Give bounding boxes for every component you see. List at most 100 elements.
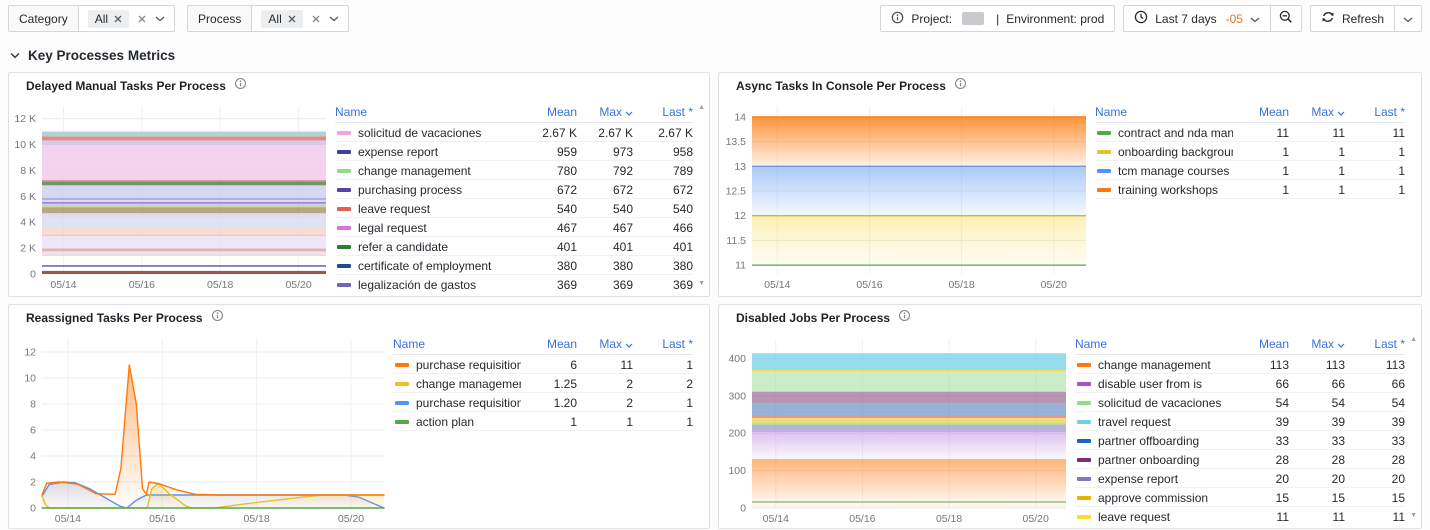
legend-col-name[interactable]: Name	[1075, 337, 1233, 351]
legend-col-max[interactable]: Max	[1289, 337, 1345, 351]
chip-remove-icon[interactable]	[288, 15, 296, 23]
time-series-chart[interactable]: 11 11.5 12 12.5 13 13.5 14 05/14 05/16 05/18 05/20	[719, 99, 1091, 296]
series-color-swatch	[1097, 130, 1111, 135]
series-color-swatch	[337, 225, 351, 230]
filter-category: Category All	[8, 5, 176, 32]
chevron-down-icon	[1250, 12, 1260, 26]
filter-category-label: Category	[9, 6, 79, 31]
legend-row[interactable]: training workshops 1 1 1	[1095, 180, 1405, 199]
legend-row[interactable]: leave request 540 540 540	[335, 199, 693, 218]
project-label: Project:	[911, 11, 953, 26]
legend-row[interactable]: contract and nda management 11 11 11	[1095, 123, 1405, 142]
chip-remove-icon[interactable]	[114, 15, 122, 23]
scroll-down-icon[interactable]: ▼	[1410, 512, 1417, 519]
svg-text:12: 12	[24, 347, 36, 359]
series-color-swatch	[337, 187, 351, 192]
legend-col-last[interactable]: Last *	[633, 337, 693, 351]
filter-clear-icon[interactable]	[312, 15, 320, 23]
legend-row[interactable]: leave request 11 11 11	[1075, 507, 1405, 525]
filter-process-chip[interactable]: All	[261, 9, 303, 28]
series-color-swatch	[1077, 419, 1091, 424]
divider: |	[996, 11, 1000, 26]
svg-text:05/18: 05/18	[948, 279, 974, 291]
legend-col-name[interactable]: Name	[1095, 105, 1233, 119]
legend-col-mean[interactable]: Mean	[521, 105, 577, 119]
time-range-picker[interactable]: Last 7 days -05	[1123, 5, 1270, 32]
legend-col-mean[interactable]: Mean	[521, 337, 577, 351]
scroll-up-icon[interactable]: ▲	[698, 104, 705, 111]
sync-arrows-icon	[1321, 10, 1335, 27]
refresh-button[interactable]: Refresh	[1309, 5, 1394, 32]
legend-col-max[interactable]: Max	[577, 105, 633, 119]
panel-title[interactable]: Reassigned Tasks Per Process	[26, 311, 203, 325]
legend-col-max[interactable]: Max	[1289, 105, 1345, 119]
legend-row[interactable]: onboarding background checks 1 1 1	[1095, 142, 1405, 161]
panel-title[interactable]: Async Tasks In Console Per Process	[736, 79, 946, 93]
legend-row[interactable]: legal request 467 467 466	[335, 218, 693, 237]
svg-text:05/20: 05/20	[338, 513, 364, 525]
time-series-chart[interactable]: 0 2 4 6 8 10 12 05/14 05/16 05/18 05/20	[9, 331, 389, 528]
svg-text:05/16: 05/16	[856, 279, 882, 291]
chevron-down-icon[interactable]	[155, 15, 165, 22]
info-circle-icon[interactable]	[898, 309, 911, 327]
svg-text:05/16: 05/16	[149, 513, 175, 525]
svg-text:8: 8	[30, 399, 36, 411]
legend-row[interactable]: change management 113 113 113	[1075, 355, 1405, 374]
svg-text:12 K: 12 K	[14, 113, 36, 125]
svg-text:8 K: 8 K	[20, 165, 36, 177]
info-circle-icon[interactable]	[211, 309, 224, 327]
legend-row[interactable]: travel request 39 39 39	[1075, 412, 1405, 431]
legend-row[interactable]: change management 1.25 2 2	[393, 374, 693, 393]
panel-delayed-manual-tasks: Delayed Manual Tasks Per Process 0 2 K 4 K…	[8, 72, 710, 297]
time-series-chart[interactable]: 0 100 200 300 400 05/14 05/16 05/18 05/20	[719, 331, 1071, 528]
scroll-down-icon[interactable]: ▼	[698, 280, 705, 287]
legend-row[interactable]: solicitud de vacaciones 2.67 K 2.67 K 2.…	[335, 123, 693, 142]
legend-row[interactable]: tcm manage courses 1 1 1	[1095, 161, 1405, 180]
scroll-up-icon[interactable]: ▲	[1410, 336, 1417, 343]
filter-category-chip[interactable]: All	[87, 9, 130, 28]
zoom-out-button[interactable]	[1269, 5, 1302, 32]
legend-col-last[interactable]: Last *	[1345, 337, 1405, 351]
legend-col-name[interactable]: Name	[393, 337, 521, 351]
legend-row[interactable]: refer a candidate 401 401 401	[335, 237, 693, 256]
panel-title[interactable]: Delayed Manual Tasks Per Process	[26, 79, 226, 93]
row-toggle[interactable]: Key Processes Metrics	[10, 46, 1430, 64]
legend-row[interactable]: expense report 20 20 20	[1075, 469, 1405, 488]
series-color-swatch	[337, 206, 351, 211]
legend-row[interactable]: partner onboarding 28 28 28	[1075, 450, 1405, 469]
info-circle-icon	[891, 11, 904, 27]
info-circle-icon[interactable]	[954, 77, 967, 95]
chevron-down-icon[interactable]	[329, 15, 339, 22]
svg-text:11: 11	[735, 260, 746, 272]
legend-row[interactable]: solicitud de vacaciones 54 54 54	[1075, 393, 1405, 412]
legend-row[interactable]: change management 780 792 789	[335, 161, 693, 180]
legend-col-mean[interactable]: Mean	[1233, 105, 1289, 119]
legend-row[interactable]: purchasing process 672 672 672	[335, 180, 693, 199]
legend-row[interactable]: expense report 959 973 958	[335, 142, 693, 161]
refresh-interval-dropdown[interactable]	[1394, 5, 1422, 32]
time-series-chart[interactable]: 0 2 K 4 K 6 K 8 K 10 K 12 K 05/14 05/16 05/18 05/2…	[9, 99, 331, 296]
svg-text:13.5: 13.5	[726, 136, 747, 148]
svg-text:05/20: 05/20	[1041, 279, 1067, 291]
row-title: Key Processes Metrics	[28, 47, 176, 63]
filter-clear-icon[interactable]	[138, 15, 146, 23]
legend-col-mean[interactable]: Mean	[1233, 337, 1289, 351]
legend-row[interactable]: partner offboarding 33 33 33	[1075, 431, 1405, 450]
legend-row[interactable]: legalización de gastos 369 369 369	[335, 275, 693, 293]
legend-col-last[interactable]: Last *	[633, 105, 693, 119]
legend-row[interactable]: disable user from is 66 66 66	[1075, 374, 1405, 393]
legend-row[interactable]: purchase requisition invoices 6 11 1	[393, 355, 693, 374]
legend-col-name[interactable]: Name	[335, 105, 521, 119]
legend-row[interactable]: approve commission 15 15 15	[1075, 488, 1405, 507]
legend-row[interactable]: certificate of employment 380 380 380	[335, 256, 693, 275]
legend-col-max[interactable]: Max	[577, 337, 633, 351]
legend-col-last[interactable]: Last *	[1345, 105, 1405, 119]
panel-title[interactable]: Disabled Jobs Per Process	[736, 311, 890, 325]
dashboard-toolbar: Category All Process All Project: | Envi…	[0, 0, 1430, 34]
svg-text:05/18: 05/18	[207, 279, 233, 291]
legend-row[interactable]: action plan 1 1 1	[393, 412, 693, 431]
project-environment-button[interactable]: Project: | Environment: prod	[880, 5, 1116, 32]
legend-row[interactable]: purchase requisition 1.20 2 1	[393, 393, 693, 412]
legend-table: Name Mean Max Last * solicitud de vacaci…	[331, 99, 709, 293]
info-circle-icon[interactable]	[234, 77, 247, 95]
